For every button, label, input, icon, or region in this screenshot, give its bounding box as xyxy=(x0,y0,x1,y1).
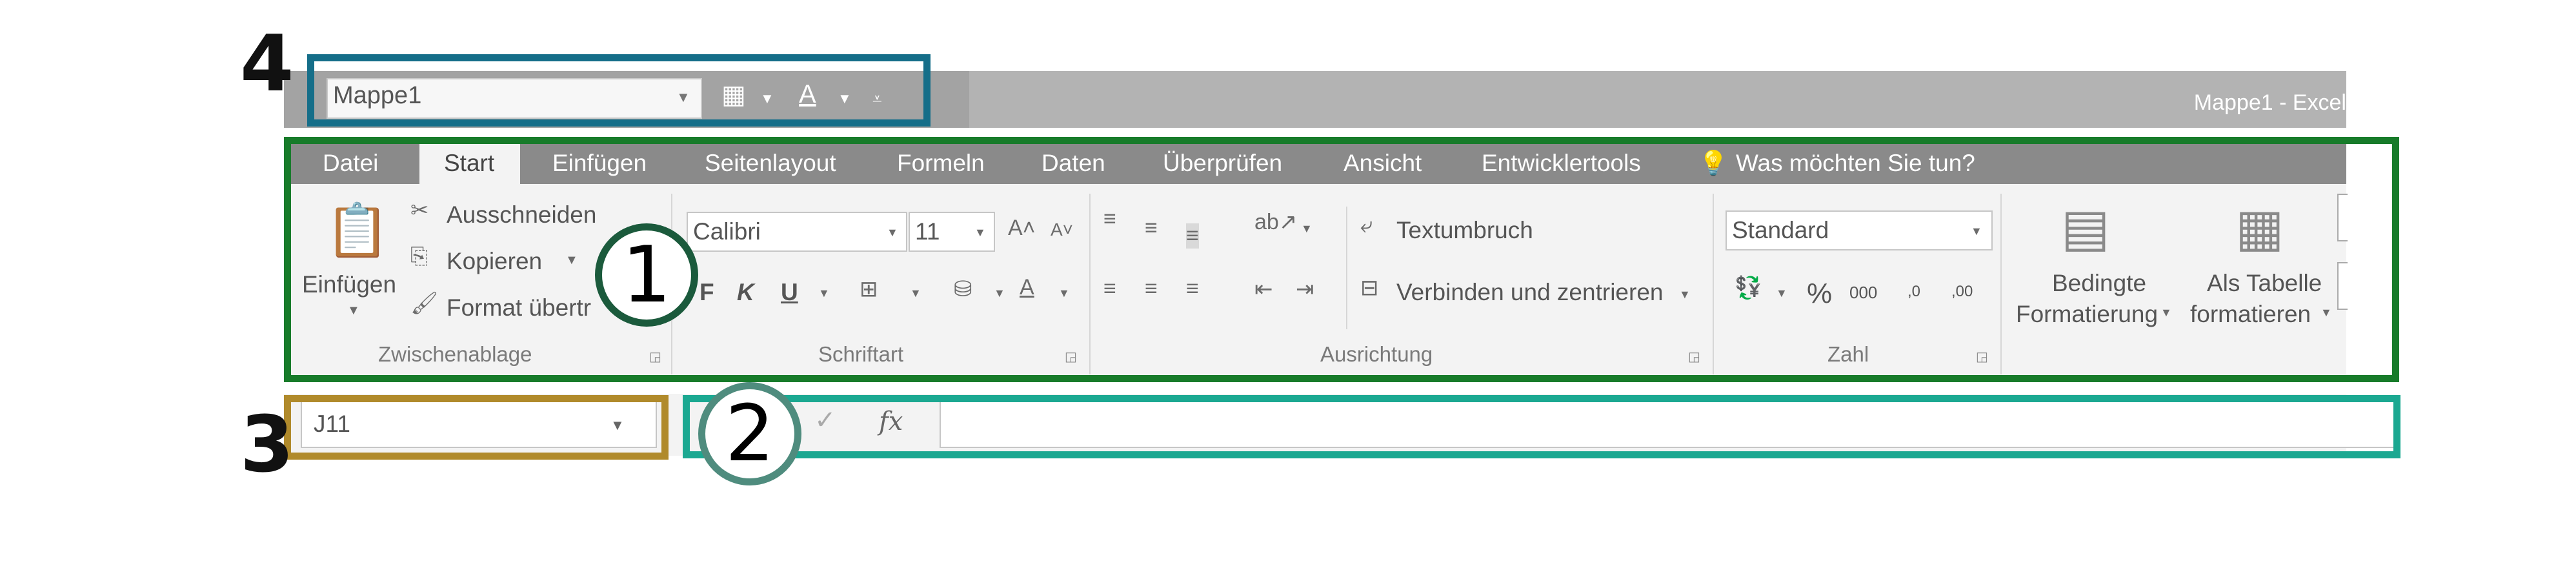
callout-number-3: 3 xyxy=(240,400,294,490)
callout-frame-name-box xyxy=(284,395,669,460)
callout-frame-quick-access xyxy=(307,54,931,127)
window-title: Mappe1 - Excel xyxy=(2193,90,2346,115)
callout-number-4: 4 xyxy=(240,19,294,109)
callout-badge-1: 1 xyxy=(595,223,698,327)
callout-frame-formula-bar xyxy=(683,395,2400,458)
callout-badge-2: 2 xyxy=(698,382,801,485)
